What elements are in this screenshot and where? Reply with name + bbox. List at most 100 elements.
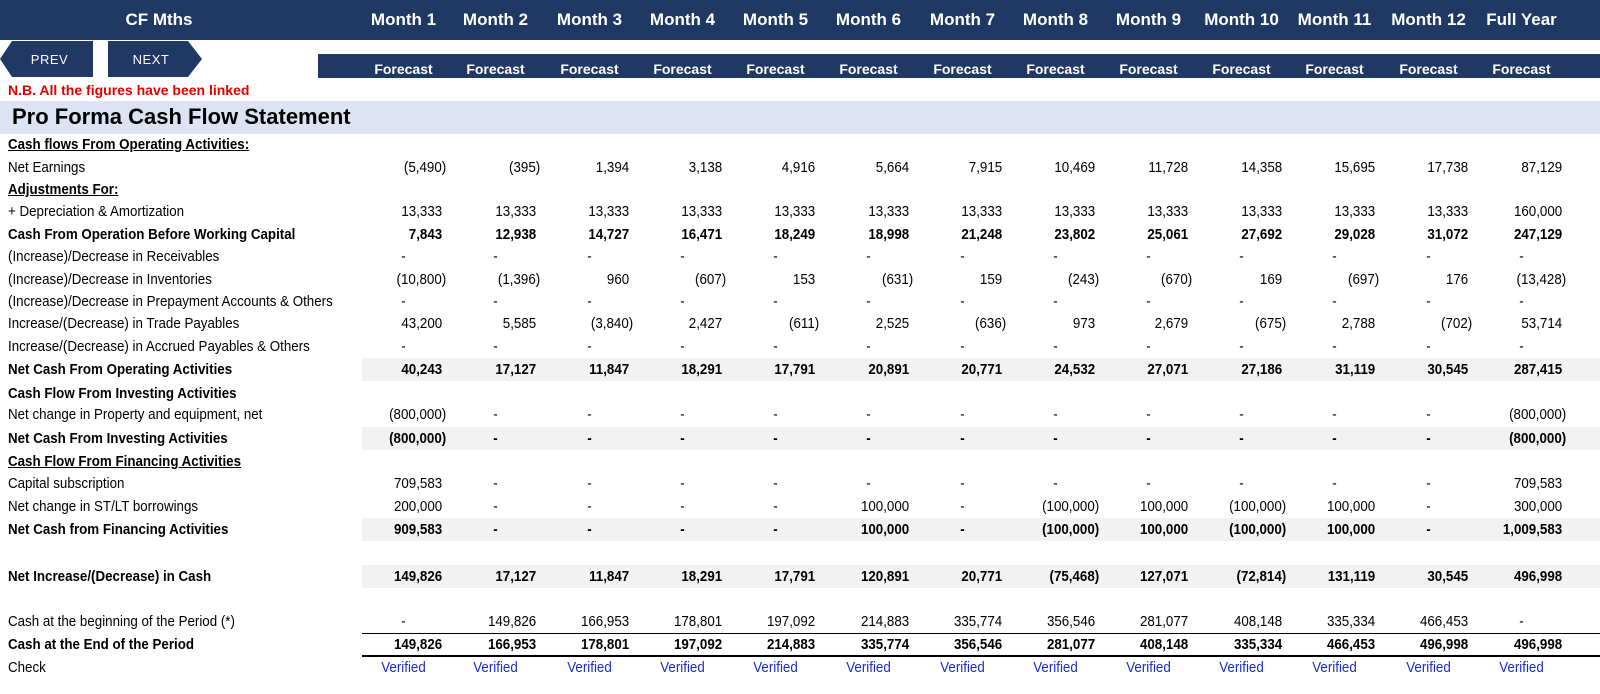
value-cell: 166,953 bbox=[487, 637, 537, 653]
value-cell: 149,826 bbox=[487, 614, 537, 630]
value-cell: 197,092 bbox=[673, 637, 723, 653]
value-cell: - bbox=[1426, 431, 1431, 447]
check-status: Verified bbox=[1406, 660, 1451, 676]
value-cell: - bbox=[1519, 614, 1524, 630]
value-cell: - bbox=[401, 339, 406, 355]
value-cell: - bbox=[773, 522, 778, 538]
prev-button[interactable]: PREV bbox=[0, 41, 93, 77]
value-cell: 281,077 bbox=[1046, 637, 1096, 653]
value-cell: 335,334 bbox=[1233, 637, 1283, 653]
value-cell: (100,000) bbox=[1229, 499, 1287, 515]
value-cell: 2,679 bbox=[1154, 316, 1189, 332]
value-cell: 13,333 bbox=[1334, 204, 1376, 220]
forecast-label: Forecast bbox=[1399, 61, 1458, 77]
linked-note: N.B. All the figures have been linked bbox=[8, 82, 250, 98]
value-cell: 247,129 bbox=[1513, 227, 1563, 243]
value-cell: 176 bbox=[1445, 272, 1469, 288]
value-cell: - bbox=[1519, 294, 1524, 310]
value-cell: - bbox=[1239, 476, 1244, 492]
column-header: Month 7 bbox=[929, 10, 996, 29]
value-cell: - bbox=[587, 476, 592, 492]
value-cell: (100,000) bbox=[1229, 522, 1287, 538]
value-cell: - bbox=[866, 294, 871, 310]
value-cell: 7,915 bbox=[968, 160, 1003, 176]
value-cell: - bbox=[1239, 431, 1244, 447]
value-cell: 709,583 bbox=[1513, 476, 1563, 492]
value-cell: - bbox=[680, 249, 685, 265]
forecast-label: Forecast bbox=[374, 61, 433, 77]
value-cell: - bbox=[1146, 249, 1151, 265]
forecast-label: Forecast bbox=[1492, 61, 1551, 77]
value-cell: 11,847 bbox=[589, 362, 630, 378]
value-cell: - bbox=[587, 431, 592, 447]
column-header: Month 3 bbox=[556, 10, 623, 29]
row-label: Cash at the beginning of the Period (*) bbox=[8, 614, 235, 630]
value-cell: 408,148 bbox=[1139, 637, 1189, 653]
value-cell: - bbox=[1426, 249, 1431, 265]
value-cell: - bbox=[1053, 407, 1058, 423]
next-button[interactable]: NEXT bbox=[108, 41, 202, 77]
value-cell: - bbox=[493, 294, 498, 310]
value-cell: - bbox=[1332, 294, 1337, 310]
value-cell: 14,727 bbox=[588, 227, 630, 243]
value-cell: 1,009,583 bbox=[1502, 522, 1563, 538]
value-cell: - bbox=[401, 614, 406, 630]
value-cell: - bbox=[493, 431, 498, 447]
check-status: Verified bbox=[567, 660, 612, 676]
value-cell: - bbox=[960, 522, 965, 538]
value-cell: 14,358 bbox=[1241, 160, 1283, 176]
value-cell: - bbox=[773, 249, 778, 265]
value-cell: - bbox=[1053, 294, 1058, 310]
value-cell: 408,148 bbox=[1233, 614, 1283, 630]
value-cell: - bbox=[960, 431, 965, 447]
value-cell: - bbox=[1519, 249, 1524, 265]
check-status: Verified bbox=[753, 660, 798, 676]
column-header: Month 12 bbox=[1391, 10, 1466, 29]
value-cell: - bbox=[1239, 294, 1244, 310]
value-cell: 13,333 bbox=[401, 204, 443, 220]
value-cell: (800,000) bbox=[389, 407, 447, 423]
value-cell: - bbox=[1426, 499, 1431, 515]
row-label: Capital subscription bbox=[8, 476, 125, 492]
value-cell: (631) bbox=[882, 272, 914, 288]
value-cell: - bbox=[680, 339, 685, 355]
value-cell: 17,791 bbox=[774, 362, 816, 378]
value-cell: - bbox=[960, 499, 965, 515]
check-status: Verified bbox=[1312, 660, 1357, 676]
value-cell: 11,847 bbox=[589, 569, 630, 585]
value-cell: 166,953 bbox=[580, 614, 630, 630]
value-cell: - bbox=[1146, 294, 1151, 310]
column-header: Month 5 bbox=[742, 10, 809, 29]
value-cell: 178,801 bbox=[673, 614, 723, 630]
value-cell: - bbox=[1332, 339, 1337, 355]
value-cell: - bbox=[587, 249, 592, 265]
value-cell: - bbox=[1519, 339, 1524, 355]
value-cell: - bbox=[493, 339, 498, 355]
forecast-label: Forecast bbox=[1026, 61, 1085, 77]
column-header: Full Year bbox=[1486, 10, 1557, 29]
forecast-label: Forecast bbox=[1305, 61, 1364, 77]
column-header: Month 8 bbox=[1022, 10, 1089, 29]
value-cell: - bbox=[1426, 476, 1431, 492]
value-cell: - bbox=[587, 499, 592, 515]
value-cell: 7,843 bbox=[408, 227, 443, 243]
value-cell: 100,000 bbox=[1139, 499, 1189, 515]
value-cell: 18,249 bbox=[774, 227, 816, 243]
value-cell: 335,334 bbox=[1326, 614, 1376, 630]
value-cell: (636) bbox=[975, 316, 1007, 332]
value-cell: - bbox=[1239, 339, 1244, 355]
row-label: Net change in ST/LT borrowings bbox=[8, 499, 199, 515]
value-cell: - bbox=[587, 522, 592, 538]
value-cell: - bbox=[1426, 294, 1431, 310]
value-cell: - bbox=[960, 294, 965, 310]
value-cell: - bbox=[401, 249, 406, 265]
value-cell: 16,471 bbox=[681, 227, 723, 243]
value-cell: 24,532 bbox=[1054, 362, 1096, 378]
value-cell: (243) bbox=[1068, 272, 1100, 288]
value-cell: (3,840) bbox=[590, 316, 634, 332]
value-cell: (13,428) bbox=[1516, 272, 1567, 288]
forecast-label: Forecast bbox=[560, 61, 619, 77]
value-cell: 214,883 bbox=[766, 637, 816, 653]
value-cell: - bbox=[1332, 249, 1337, 265]
value-cell: - bbox=[773, 499, 778, 515]
